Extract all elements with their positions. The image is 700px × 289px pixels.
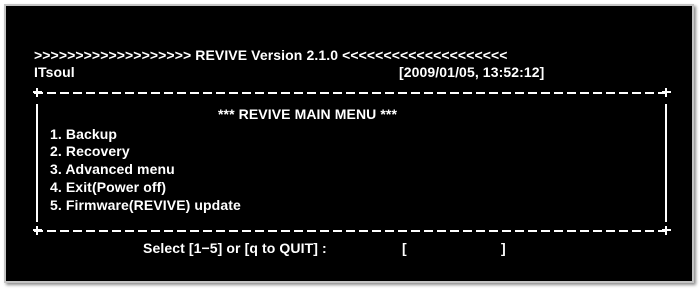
- menu-border-left: [36, 104, 38, 222]
- menu-corner-top-right: [662, 88, 671, 97]
- selection-prompt: Select [1−5] or [q to QUIT] :: [143, 240, 327, 256]
- menu-corner-top-left: [33, 88, 42, 97]
- menu-item-firmware-update[interactable]: 5. Firmware(REVIVE) update: [50, 197, 241, 213]
- terminal-screen: >>>>>>>>>>>>>>>>>>> REVIVE Version 2.1.0…: [6, 6, 692, 281]
- input-open-bracket: [: [402, 240, 407, 256]
- menu-item-advanced[interactable]: 3. Advanced menu: [50, 161, 175, 177]
- menu-border-bottom: [34, 230, 669, 232]
- menu-border-top: [34, 92, 669, 94]
- menu-item-recovery[interactable]: 2. Recovery: [50, 143, 130, 159]
- menu-item-exit[interactable]: 4. Exit(Power off): [50, 179, 166, 195]
- menu-border-right: [665, 104, 667, 222]
- menu-title: *** REVIVE MAIN MENU ***: [218, 106, 397, 122]
- selection-input[interactable]: [412, 238, 496, 256]
- menu-corner-bottom-right: [662, 226, 671, 235]
- input-close-bracket: ]: [501, 240, 506, 256]
- timestamp: [2009/01/05, 13:52:12]: [399, 64, 545, 80]
- menu-corner-bottom-left: [33, 226, 42, 235]
- user-name: ITsoul: [34, 64, 75, 80]
- menu-item-backup[interactable]: 1. Backup: [50, 126, 117, 142]
- terminal-window: >>>>>>>>>>>>>>>>>>> REVIVE Version 2.1.0…: [4, 4, 694, 283]
- version-banner: >>>>>>>>>>>>>>>>>>> REVIVE Version 2.1.0…: [34, 47, 508, 63]
